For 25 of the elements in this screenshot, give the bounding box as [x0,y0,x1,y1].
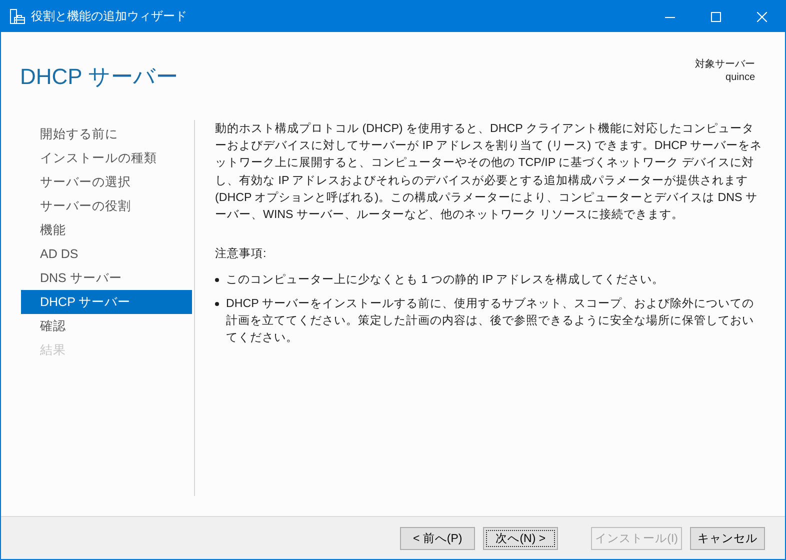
wizard-button[interactable]: < 前へ(P) [400,526,476,550]
close-icon [757,12,767,22]
description-text: 動的ホスト構成プロトコル (DHCP) を使用すると、DHCP クライアント機能に対応したコンピューターおよびデバイスに対してサーバーが IP アドレスを割り当て (リース) できます。DHCP サーバーをネットワーク上に展開すると、コンピューターやその他の TCP/IP に基づくネットワーク デバイスに対し、有効な IP アドレスおよびそれらのデバイスが必要とする追加構成パラメーターが提供されます (DHCP オプションと呼ばれる)。この構成パラメーターにより、コンピューターとデバイスは DNS サーバー、WINS サーバー、ルーターなど、他のネットワーク リソースに接続できます。 [215,121,764,224]
nav-item[interactable]: AD DS [21,242,192,266]
nav-item[interactable]: DNS サーバー [21,266,192,290]
bullet-icon [215,302,219,306]
nav-item[interactable]: サーバーの選択 [21,170,192,194]
note-text: このコンピューター上に少なくとも 1 つの静的 IP アドレスを構成してください。 [226,272,664,288]
nav-item[interactable]: 開始する前に [21,122,192,146]
nav-item[interactable]: DHCP サーバー [21,290,192,314]
target-server-name: quince [726,71,755,84]
nav-item[interactable]: 確認 [21,314,192,338]
wizard-button[interactable]: 次へ(N) > [483,526,558,550]
notes-heading: 注意事項: [215,246,268,262]
wizard-button[interactable]: キャンセル [690,526,765,550]
target-server-label: 対象サーバー [695,58,755,71]
bullet-icon [215,278,219,282]
note-text: DHCP サーバーをインストールする前に、使用するサブネット、スコープ、および除外についての計画を立ててください。策定した計画の内容は、後で参照できるように安全な場所に保管しておいてください。 [226,296,755,346]
nav-item[interactable]: サーバーの役割 [21,194,192,218]
nav-item[interactable]: インストールの種類 [21,146,192,170]
server-toolbox-icon [9,8,25,24]
maximize-icon [711,12,721,22]
nav-item[interactable]: 機能 [21,218,192,242]
page-title: DHCP サーバー [20,63,178,91]
window-title: 役割と機能の追加ウィザード [31,8,188,25]
